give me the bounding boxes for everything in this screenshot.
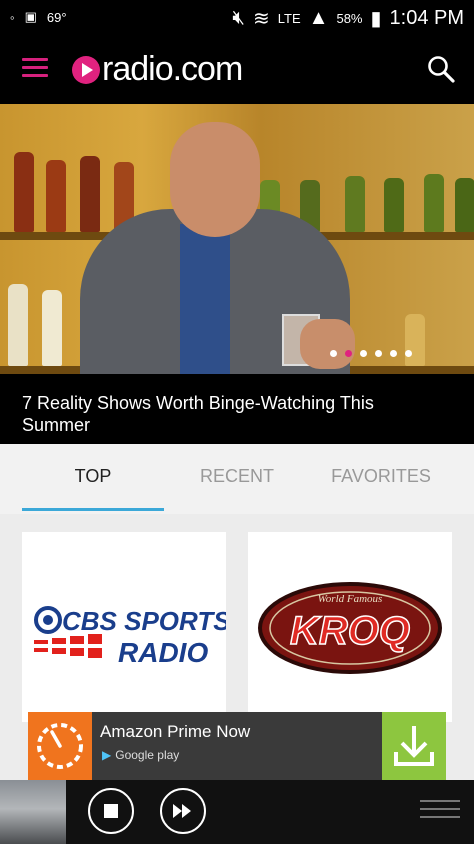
carousel-dot[interactable] [405, 350, 412, 357]
carousel-dot-active[interactable] [345, 350, 352, 357]
download-button[interactable] [382, 712, 446, 780]
tab-favorites[interactable]: FAVORITES [306, 466, 456, 487]
wifi-icon: ≋ [253, 8, 270, 30]
carousel-dot[interactable] [375, 350, 382, 357]
carousel-dots[interactable] [330, 350, 412, 357]
fast-forward-icon [173, 804, 191, 818]
fast-forward-button[interactable] [160, 788, 206, 834]
cbs-logo-line2: RADIO [118, 637, 208, 668]
featured-carousel[interactable]: 7 Reality Shows Worth Binge-Watching Thi… [0, 104, 474, 444]
google-play-badge: ▶ Google play [102, 748, 179, 762]
battery-icon: ▮ [370, 8, 382, 30]
carousel-dot[interactable] [390, 350, 397, 357]
amazon-prime-now-app-icon[interactable] [28, 712, 92, 780]
mini-player [0, 780, 474, 844]
ad-banner[interactable]: Amazon Prime Now ▶ Google play [28, 712, 446, 780]
search-icon[interactable] [426, 54, 456, 84]
notification-icon: ◦ [10, 9, 15, 25]
active-tab-indicator [22, 508, 164, 511]
shirt [180, 224, 230, 374]
hero-caption[interactable]: 7 Reality Shows Worth Binge-Watching Thi… [22, 392, 442, 436]
station-card-kroq[interactable]: World Famous KROQ [248, 532, 452, 722]
google-play-label: Google play [115, 748, 180, 762]
carousel-dot[interactable] [330, 350, 337, 357]
kroq-wordmark: KROQ [290, 609, 410, 653]
kroq-tagline: World Famous [318, 593, 383, 605]
battery-text: 58% [336, 11, 363, 26]
tab-top[interactable]: TOP [18, 466, 168, 487]
clock: 1:04 PM [389, 7, 464, 29]
play-logo-icon [72, 55, 100, 84]
station-card-cbs-sports-radio[interactable]: CBS SPORTS RADIO [22, 532, 231, 722]
google-play-icon: ▶ [102, 748, 112, 762]
now-playing-thumbnail[interactable] [0, 780, 66, 844]
app-bar: radio.com [0, 36, 474, 104]
mute-icon: 🔇︎ [232, 7, 246, 29]
hamburger-menu-icon[interactable] [22, 58, 48, 80]
cbs-logo-line1: CBS SPORTS [62, 606, 226, 636]
status-bar: ◦ ▣ 69° 🔇︎ ≋ LTE ▲ 58% ▮ 1:04 PM [0, 0, 474, 36]
kroq-logo: World Famous KROQ [258, 582, 442, 674]
person-head [170, 122, 260, 237]
stop-button[interactable] [88, 788, 134, 834]
signal-icon: ▲ [308, 7, 329, 29]
hand [300, 319, 355, 369]
station-tabs: TOP RECENT FAVORITES [0, 444, 474, 514]
weather-text: 69° [46, 9, 67, 25]
carousel-dot[interactable] [360, 350, 367, 357]
player-menu-icon[interactable] [420, 800, 460, 824]
download-icon [394, 726, 434, 766]
cbs-sports-radio-logo: CBS SPORTS RADIO [34, 606, 231, 668]
app-logo: radio.com [72, 50, 243, 89]
image-notification-icon: ▣ [24, 9, 37, 24]
hero-image[interactable] [0, 104, 474, 374]
logo-text: radio.com [102, 50, 243, 88]
tab-recent[interactable]: RECENT [162, 466, 312, 487]
ad-title[interactable]: Amazon Prime Now [100, 722, 250, 742]
network-type: LTE [277, 11, 301, 26]
